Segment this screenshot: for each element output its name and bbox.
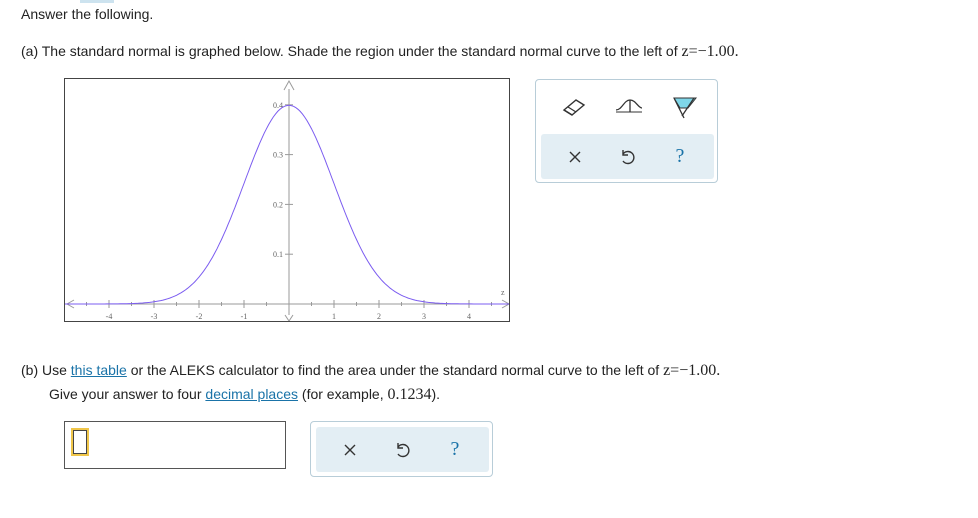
question-part-b-line2: Give your answer to four decimal places … <box>49 386 440 404</box>
this-table-link[interactable]: this table <box>71 362 127 378</box>
x-tick-label: -2 <box>196 312 203 321</box>
answer-action-row: ? <box>316 427 489 472</box>
top-accent-bar <box>80 0 114 3</box>
x-tick-label: 1 <box>332 312 336 321</box>
clear-icon <box>344 444 356 455</box>
part-b-text-2: or the ALEKS calculator to find the area… <box>126 362 664 378</box>
graph-undo-button[interactable] <box>602 134 652 179</box>
graph-tool-panel: ? <box>535 79 718 183</box>
graph-action-row: ? <box>541 134 714 179</box>
example-value: 0.1234 <box>387 386 432 403</box>
decimal-places-link[interactable]: decimal places <box>205 386 298 402</box>
eraser-tool[interactable] <box>554 88 594 124</box>
shade-region-icon <box>673 97 698 119</box>
help-icon: ? <box>675 145 685 167</box>
question-part-a: (a) The standard normal is graphed below… <box>21 43 739 61</box>
curve-boundary-icon <box>615 99 643 113</box>
x-tick-label: 4 <box>467 312 471 321</box>
help-icon: ? <box>450 438 460 460</box>
answer-input[interactable] <box>71 428 89 456</box>
shade-region-tool[interactable] <box>664 88 704 124</box>
part-b-math: z=−1.00. <box>663 362 721 379</box>
answer-undo-button[interactable] <box>377 427 427 472</box>
question-part-b-line1: (b) Use this table or the ALEKS calculat… <box>21 362 720 380</box>
part-b-text-3: Give your answer to four <box>49 386 206 402</box>
part-b-text-5: ). <box>431 386 441 402</box>
y-axis-down-arrow-icon <box>284 314 294 321</box>
y-tick-label: 0.1 <box>273 250 283 259</box>
x-tick-label: -3 <box>151 312 158 321</box>
undo-icon <box>397 442 410 457</box>
answer-clear-button[interactable] <box>325 427 375 472</box>
x-axis-label: z <box>501 288 505 297</box>
y-axis-arrow-icon <box>283 79 295 91</box>
graph-help-button[interactable]: ? <box>655 134 705 179</box>
answer-box <box>64 421 286 469</box>
x-tick-label: -4 <box>106 312 113 321</box>
x-tick-label: 2 <box>377 312 381 321</box>
normal-curve-graph[interactable]: -4 -3 -2 -1 1 2 3 4 0.4 0.3 0.2 0.1 z <box>64 78 510 322</box>
x-tick-label: -1 <box>241 312 248 321</box>
part-a-math: z=−1.00. <box>681 43 739 60</box>
clear-icon <box>569 151 581 162</box>
y-tick-label: 0.3 <box>273 151 283 160</box>
eraser-icon <box>562 99 586 116</box>
instructions-heading: Answer the following. <box>21 6 154 22</box>
y-tick-label: 0.2 <box>273 200 283 209</box>
graph-tool-row <box>536 88 717 124</box>
part-a-text: (a) The standard normal is graphed below… <box>21 43 682 59</box>
answer-help-button[interactable]: ? <box>430 427 480 472</box>
answer-action-panel: ? <box>310 421 493 477</box>
undo-icon <box>622 149 635 164</box>
part-b-text-1: (b) Use <box>21 362 71 378</box>
graph-clear-button[interactable] <box>550 134 600 179</box>
x-tick-label: 3 <box>422 312 426 321</box>
curve-boundary-tool[interactable] <box>608 88 648 124</box>
graph-canvas[interactable]: -4 -3 -2 -1 1 2 3 4 0.40.30.20.1 z <box>65 79 510 322</box>
part-b-text-4: (for example, <box>298 386 388 402</box>
